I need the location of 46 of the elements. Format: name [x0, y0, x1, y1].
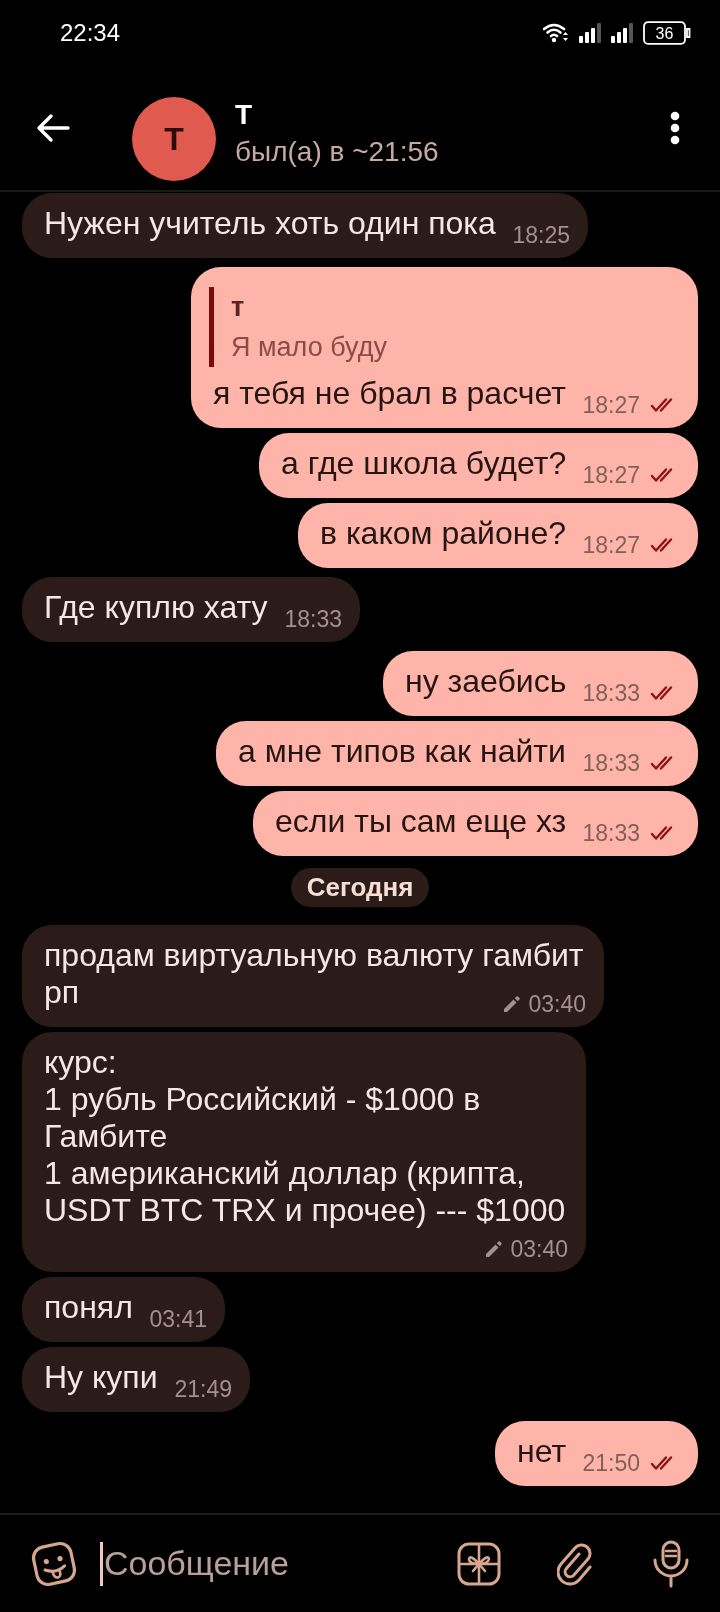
message-time: 03:41 [149, 1307, 207, 1331]
paperclip-icon[interactable] [557, 1541, 595, 1586]
message-text: ну заебись [405, 663, 567, 699]
signal-icon [611, 23, 633, 43]
message-time: 18:27 [582, 393, 640, 417]
message-input-field[interactable]: Сообщение [100, 1541, 437, 1586]
back-button[interactable] [36, 113, 70, 143]
message-text: Ну купи [44, 1359, 158, 1395]
status-time: 22:34 [60, 21, 121, 45]
message-time: 21:50 [582, 1451, 640, 1475]
message-text: курс: 1 рубль Российский - $1000 в Гамбите 1 американский доллар (крипта, USDT BTC TRX и прочее) --- $1000 [44, 1044, 566, 1228]
sticker-smiley-icon[interactable] [30, 1539, 78, 1588]
message-text: если ты сам еще хз [275, 803, 567, 839]
message-text: продам виртуальную валюту гамбит [44, 937, 585, 974]
more-options-button[interactable] [670, 111, 680, 145]
battery-icon [643, 21, 691, 45]
message-time: 18:25 [512, 223, 570, 247]
message-text: а мне типов как найти [238, 733, 566, 769]
message-time: 21:49 [174, 1377, 232, 1401]
message-text: я тебя не брал в расчет [213, 375, 566, 411]
signal-icon [579, 23, 601, 43]
message-text: понял [44, 1289, 133, 1325]
message-time: 18:33 [582, 681, 640, 705]
contact-avatar[interactable]: Т [132, 97, 216, 181]
message-text: нет [517, 1433, 567, 1469]
microphone-icon[interactable] [651, 1539, 691, 1588]
date-separator: Сегодня [290, 868, 430, 907]
message-text: а где школа будет? [281, 445, 567, 481]
reply-text: Я мало буду [231, 331, 387, 364]
message-time: 03:40 [510, 1237, 568, 1261]
reply-sender-name: т [231, 291, 245, 324]
message-text: рп [44, 974, 80, 1010]
gift-icon[interactable] [457, 1541, 501, 1586]
battery-percent: 36 [655, 25, 674, 42]
message-text: Где куплю хату [44, 589, 268, 625]
message-time: 18:33 [582, 821, 640, 845]
message-time: 03:40 [528, 992, 586, 1016]
message-time: 18:33 [582, 751, 640, 775]
last-seen-status: был(а) в ~21:56 [235, 135, 440, 169]
message-time: 18:27 [582, 533, 640, 557]
message-time: 18:27 [582, 463, 640, 487]
wifi-icon [543, 22, 569, 44]
contact-name[interactable]: Т [235, 97, 670, 133]
message-text: Нужен учитель хоть один пока [44, 205, 496, 241]
message-text: в каком районе? [320, 515, 566, 551]
message-time: 18:33 [284, 607, 342, 631]
